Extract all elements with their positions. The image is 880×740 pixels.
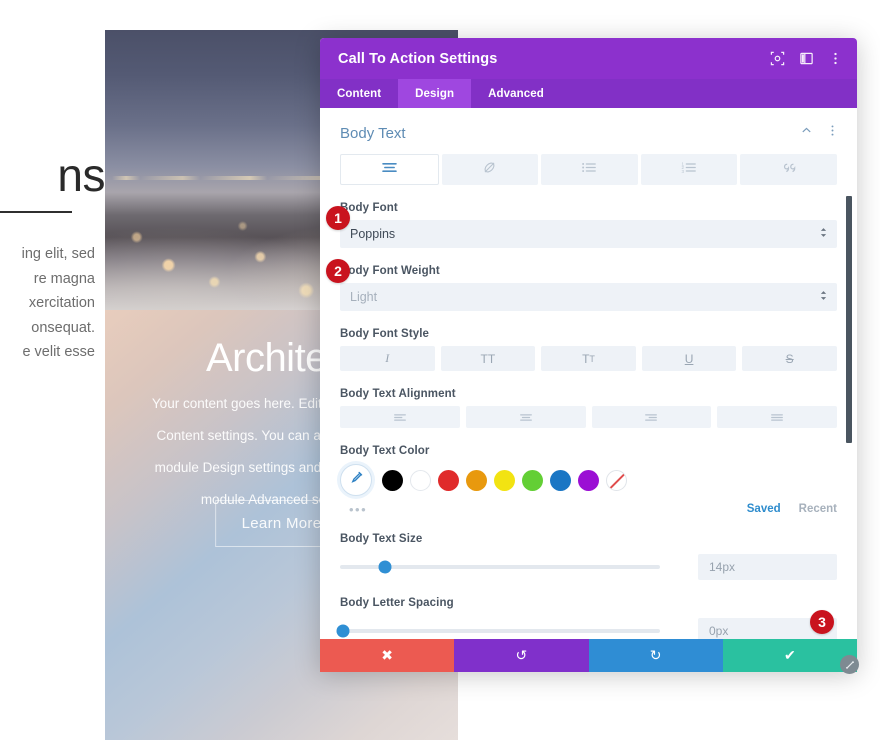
split-view-icon[interactable]	[799, 51, 814, 66]
badge-3: 3	[810, 610, 834, 634]
paragraph-line: onsequat.	[31, 319, 95, 336]
heading-divider	[0, 211, 72, 213]
redo-button[interactable]: ↻	[588, 639, 723, 672]
slider-handle[interactable]	[378, 560, 392, 574]
eyedropper-icon	[349, 470, 364, 490]
chevron-up-icon[interactable]	[800, 124, 813, 142]
section-title: Body Text	[340, 124, 406, 142]
underline-button[interactable]: U	[641, 346, 737, 371]
body-text-color-swatches	[340, 464, 837, 496]
body-text-size-label: Body Text Size	[340, 533, 423, 545]
section-controls	[800, 124, 839, 142]
body-text-size-row: 14px	[340, 554, 837, 580]
call-to-action-settings-modal: Call To Action Settings Content Design A…	[320, 38, 859, 674]
tab-content[interactable]: Content	[320, 79, 398, 108]
screen: ns ing elit, sed re magna xercitation on…	[0, 0, 880, 740]
strikethrough-button[interactable]: S	[742, 346, 837, 371]
section-more-vertical-icon[interactable]	[826, 124, 839, 142]
align-justify-button[interactable]	[717, 406, 837, 428]
slider-handle[interactable]	[336, 624, 350, 638]
swatch-transparent[interactable]	[606, 469, 627, 491]
cancel-button[interactable]: ✖	[320, 639, 455, 672]
modal-header[interactable]: Call To Action Settings	[320, 38, 857, 79]
swatch-purple[interactable]	[578, 469, 599, 491]
recent-colors-tab[interactable]: Recent	[799, 503, 837, 515]
align-right-button[interactable]	[591, 406, 712, 428]
modal-tabs: Content Design Advanced	[320, 79, 857, 108]
modal-header-actions	[770, 51, 843, 66]
swatch-black[interactable]	[382, 469, 403, 491]
badge-1: 1	[326, 206, 350, 230]
swatch-orange[interactable]	[466, 469, 487, 491]
align-center-button[interactable]	[465, 406, 586, 428]
link-tab[interactable]	[441, 154, 539, 185]
swatch-white[interactable]	[410, 469, 431, 491]
save-button[interactable]: ✔	[722, 639, 857, 672]
badge-2: 2	[326, 259, 350, 283]
unordered-list-tab[interactable]	[541, 154, 638, 185]
resize-handle[interactable]	[840, 655, 859, 674]
bullet-list-icon	[581, 161, 597, 179]
focus-icon[interactable]	[770, 51, 785, 66]
body-text-color-label: Body Text Color	[340, 445, 430, 457]
body-letter-spacing-label: Body Letter Spacing	[340, 597, 454, 609]
body-font-weight-value: Light	[350, 290, 378, 304]
paragraph-align-icon	[381, 161, 398, 179]
body-letter-spacing-slider[interactable]	[336, 624, 660, 638]
quote-tab[interactable]	[740, 154, 837, 185]
tab-design[interactable]: Design	[398, 79, 472, 108]
body-text-size-slider[interactable]	[340, 560, 660, 574]
link-slash-icon	[482, 160, 497, 180]
modal-body: Body Text 1 2 3 Body Font Poppins Body F…	[320, 108, 857, 639]
body-font-style-buttons: I TT TT U S	[340, 346, 837, 371]
body-text-alignment-buttons	[340, 406, 837, 428]
background-page-left: ns ing elit, sed re magna xercitation on…	[0, 0, 105, 740]
page-paragraph: ing elit, sed re magna xercitation onseq…	[0, 242, 95, 365]
more-colors-button[interactable]: •••	[340, 502, 376, 517]
body-text-section-header: Body Text	[320, 108, 857, 150]
swatch-green[interactable]	[522, 469, 543, 491]
text-type-tabs: 123	[340, 154, 837, 185]
paragraph-line: re magna	[33, 270, 95, 287]
undo-button[interactable]: ↺	[454, 639, 589, 672]
chevron-updown-icon	[820, 290, 827, 304]
paragraph-tab[interactable]	[340, 154, 439, 185]
modal-title: Call To Action Settings	[338, 50, 498, 67]
paragraph-line: e velit esse	[22, 344, 95, 360]
paragraph-line: ing elit, sed	[21, 246, 95, 262]
paragraph-line: xercitation	[28, 295, 95, 311]
color-meta-row: ••• Saved Recent	[340, 502, 837, 517]
body-text-panel: 123 Body Font Poppins Body Font Weight L…	[320, 154, 857, 639]
eyedropper-button[interactable]	[340, 464, 372, 496]
body-letter-spacing-row: 0px	[336, 618, 837, 639]
italic-button[interactable]: I	[340, 346, 435, 371]
modal-footer: ✖ ↺ ↻ ✔	[320, 639, 859, 674]
uppercase-button[interactable]: TT	[440, 346, 536, 371]
page-heading: ns	[57, 149, 105, 201]
body-font-style-label: Body Font Style	[340, 328, 430, 340]
body-text-alignment-label: Body Text Alignment	[340, 388, 456, 400]
body-text-size-input[interactable]: 14px	[698, 554, 837, 580]
swatch-red[interactable]	[438, 469, 459, 491]
quote-icon	[781, 161, 797, 179]
more-vertical-icon[interactable]	[828, 51, 843, 66]
body-font-label: Body Font	[340, 202, 398, 214]
scrollbar-thumb[interactable]	[846, 196, 852, 443]
body-font-weight-label: Body Font Weight	[340, 265, 440, 277]
body-font-select[interactable]: Poppins	[340, 220, 837, 248]
swatch-yellow[interactable]	[494, 469, 515, 491]
swatch-blue[interactable]	[550, 469, 571, 491]
ordered-list-tab[interactable]: 123	[640, 154, 738, 185]
scrollbar-track[interactable]	[846, 110, 855, 637]
body-font-weight-select[interactable]: Light	[340, 283, 837, 311]
saved-colors-tab[interactable]: Saved	[747, 503, 781, 515]
chevron-updown-icon	[820, 227, 827, 241]
svg-text:3: 3	[682, 168, 685, 173]
align-left-button[interactable]	[340, 406, 460, 428]
numbered-list-icon: 123	[681, 161, 697, 179]
capitalize-button[interactable]: TT	[541, 346, 636, 371]
body-font-value: Poppins	[350, 227, 396, 241]
tab-advanced[interactable]: Advanced	[471, 79, 561, 108]
